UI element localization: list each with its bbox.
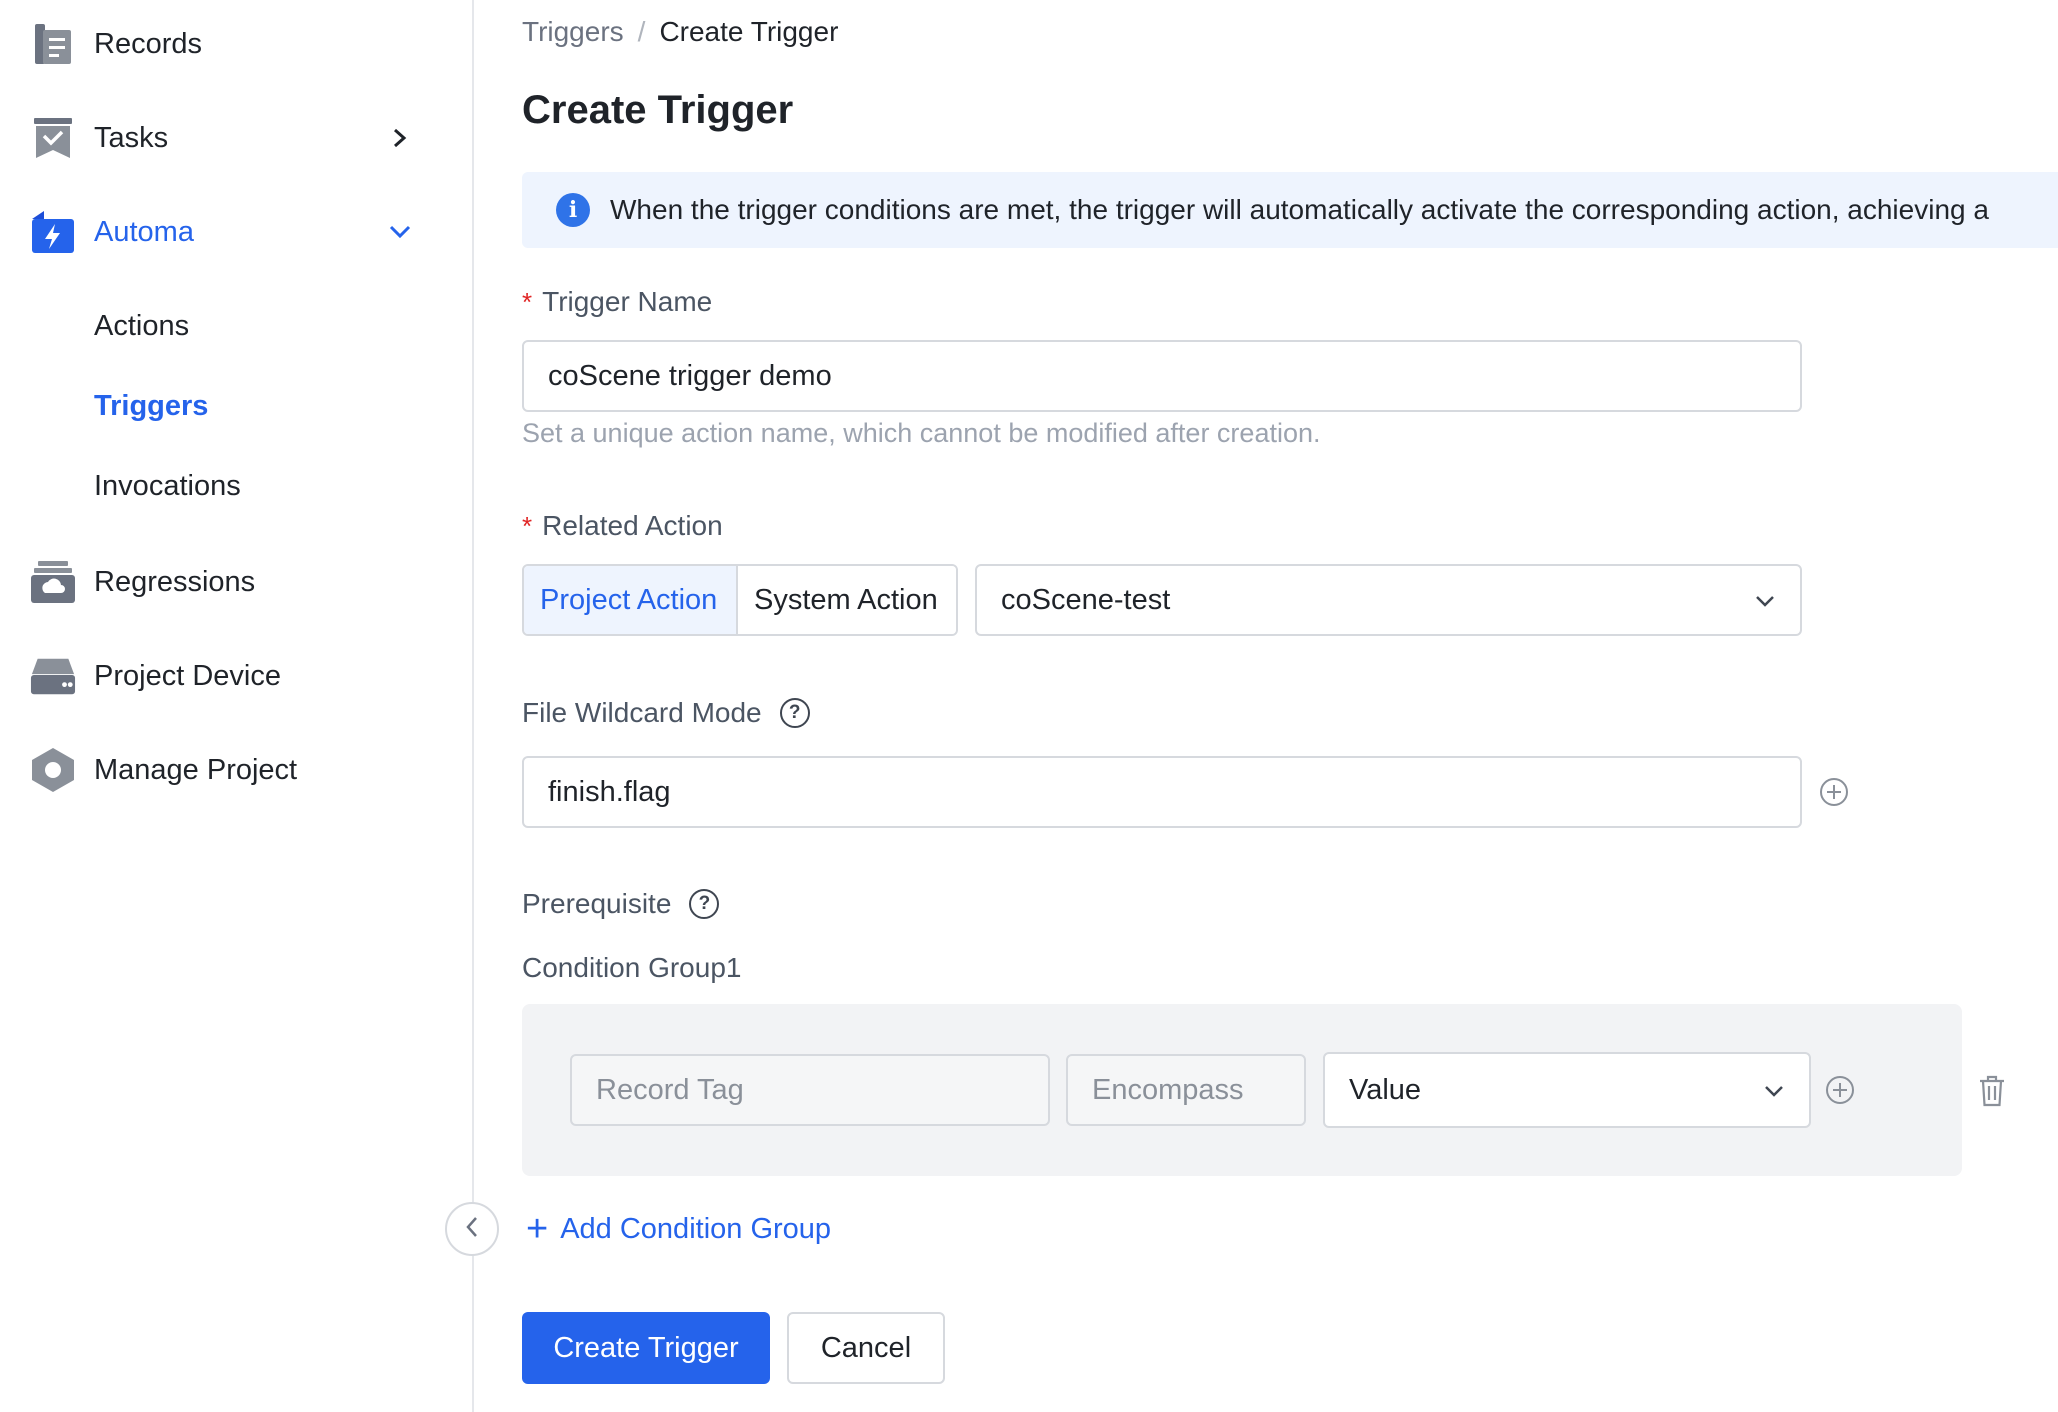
main-content: Triggers / Create Trigger Create Trigger… [474,0,2058,1412]
breadcrumb-triggers-link[interactable]: Triggers [522,16,624,48]
chevron-down-icon [1761,1078,1787,1104]
prerequisite-label: Prerequisite ? [522,888,720,920]
add-wildcard-icon[interactable] [1818,776,1850,808]
plus-icon: + [526,1208,549,1250]
trigger-name-hint: Set a unique action name, which cannot b… [522,418,1321,448]
cancel-button[interactable]: Cancel [787,1312,945,1384]
related-action-select[interactable]: coScene-test [975,564,1802,636]
regressions-icon [30,559,76,605]
sidebar-label-project-device: Project Device [94,659,281,692]
device-icon [30,653,76,699]
chevron-left-icon [464,1215,480,1244]
breadcrumb-separator: / [637,16,646,47]
records-icon [30,21,76,67]
sidebar-label-regressions: Regressions [94,565,256,598]
file-wildcard-input[interactable] [522,756,1802,828]
condition-value-select[interactable]: Value [1323,1052,1811,1128]
related-action-value: coScene-test [1001,583,1171,616]
sidebar: Records Tasks Automa Actions Triggers In… [0,0,474,1412]
chevron-right-icon [386,124,414,152]
file-wildcard-label-text: File Wildcard Mode [522,697,762,728]
add-condition-icon[interactable] [1824,1074,1856,1106]
create-trigger-button[interactable]: Create Trigger [522,1312,770,1384]
automa-icon [30,209,76,255]
system-action-option[interactable]: System Action [738,566,956,634]
condition-value-placeholder: Value [1349,1073,1422,1106]
trigger-name-label-text: Trigger Name [542,286,713,317]
sidebar-item-actions[interactable]: Actions [94,310,189,343]
sidebar-item-regressions[interactable]: Regressions [0,552,472,612]
prerequisite-label-text: Prerequisite [522,888,672,919]
info-banner-text: When the trigger conditions are met, the… [610,194,1989,225]
manage-project-icon [30,747,76,793]
info-icon: i [556,193,590,227]
condition-group-box: Record Tag Encompass Value [522,1004,1962,1176]
help-icon[interactable]: ? [779,698,810,728]
sidebar-label-records: Records [94,27,202,60]
add-condition-group-label: Add Condition Group [560,1212,832,1245]
required-mark: * [522,510,533,541]
condition-field-input[interactable]: Record Tag [570,1054,1050,1126]
sidebar-item-tasks[interactable]: Tasks [0,108,472,168]
breadcrumb-current: Create Trigger [659,16,839,47]
related-action-label: * Related Action [522,510,723,542]
sidebar-label-manage-project: Manage Project [94,753,298,786]
sidebar-item-triggers[interactable]: Triggers [94,390,208,423]
sidebar-item-manage-project[interactable]: Manage Project [0,740,472,800]
sidebar-item-records[interactable]: Records [0,14,472,74]
action-type-segmented: Project Action System Action [522,564,958,636]
add-condition-group-link[interactable]: + Add Condition Group [526,1210,831,1248]
required-mark: * [522,286,533,317]
sidebar-item-project-device[interactable]: Project Device [0,646,472,706]
condition-group-label: Condition Group1 [522,952,742,983]
sidebar-item-automa[interactable]: Automa [0,202,472,262]
breadcrumb: Triggers / Create Trigger [522,16,838,48]
page-title: Create Trigger [522,88,794,132]
trigger-name-label: * Trigger Name [522,286,712,318]
delete-icon[interactable] [1976,1074,2008,1107]
sidebar-label-automa: Automa [94,215,194,248]
help-icon[interactable]: ? [689,889,720,919]
chevron-down-icon [1752,588,1778,614]
chevron-down-icon [386,218,414,246]
project-action-option[interactable]: Project Action [524,566,738,634]
file-wildcard-label: File Wildcard Mode ? [522,697,810,729]
trigger-name-input[interactable] [522,340,1802,412]
sidebar-label-tasks: Tasks [94,121,169,154]
related-action-label-text: Related Action [542,510,723,541]
collapse-sidebar-button[interactable] [445,1202,499,1256]
info-banner: i When the trigger conditions are met, t… [522,172,2058,248]
tasks-icon [30,115,76,161]
sidebar-item-invocations[interactable]: Invocations [94,470,241,503]
condition-operator-input[interactable]: Encompass [1066,1054,1306,1126]
